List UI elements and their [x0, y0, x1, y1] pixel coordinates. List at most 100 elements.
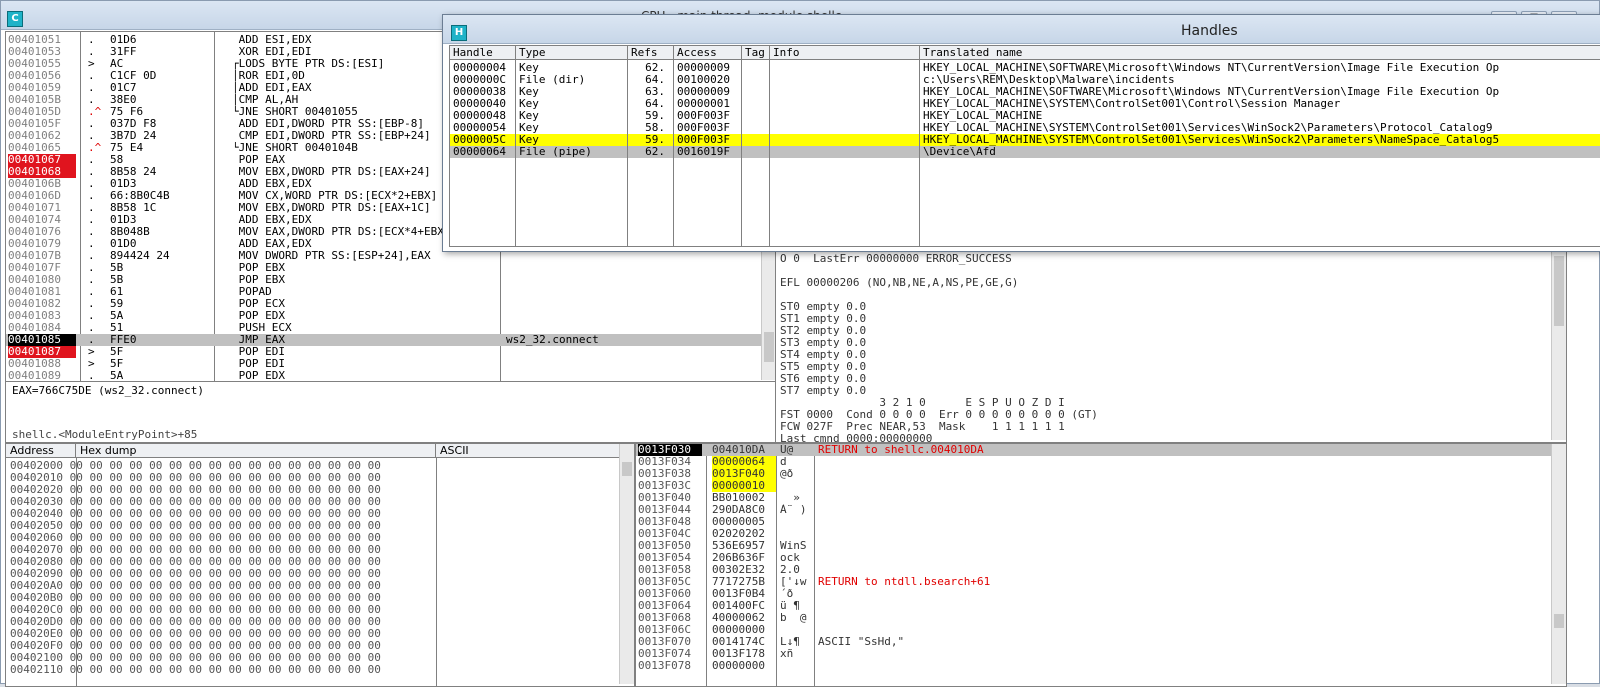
handles-cell-name: HKEY_LOCAL_MACHINE\SOFTWARE\Microsoft\Wi… [923, 86, 1500, 98]
handles-cell-name: HKEY_LOCAL_MACHINE\SYSTEM\ControlSet001\… [923, 98, 1341, 110]
handles-row[interactable]: 00000054 Key 58. 000F003F HKEY_LOCAL_MACHINE… [450, 122, 1600, 134]
handles-cell-type: Key [519, 110, 539, 122]
handles-column-divider [741, 60, 742, 246]
stack-row[interactable]: 0013F034 00000064 d [636, 456, 1566, 468]
disasm-scroll-thumb[interactable] [764, 332, 774, 362]
handles-cell-refs: 58. [645, 122, 665, 134]
stack-ascii: WinS [780, 540, 807, 552]
disasm-hex: 894424 24 [110, 249, 170, 262]
stack-row[interactable]: 0013F05C 7717275B ['↓w RETURN to ntdll.bsea… [636, 576, 1566, 588]
stack-row[interactable]: 0013F050 536E6957 WinS [636, 540, 1566, 552]
registers-scrollbar[interactable] [1551, 246, 1566, 440]
hex-dump-pane[interactable]: Address Hex dump ASCII 00402000 00 00 00… [5, 443, 635, 687]
handles-row[interactable]: 00000048 Key 59. 000F003F HKEY_LOCAL_MACHINE [450, 110, 1600, 122]
dump-row[interactable]: 00402110 00 00 00 00 00 00 00 00 00 00 0… [10, 664, 381, 676]
handles-table[interactable]: Handle Type Refs Access Tag Info Transla… [449, 45, 1600, 247]
register-line: O 0 LastErr 00000000 ERROR_SUCCESS [780, 252, 1012, 265]
stack-ascii: L↓¶ [780, 636, 800, 648]
disasm-hex: 75 E4 [110, 141, 144, 154]
disasm-hex: 5F [110, 357, 124, 370]
stack-row[interactable]: 0013F038 0013F040 @ð [636, 468, 1566, 480]
dump-header-ascii[interactable]: ASCII [436, 444, 634, 458]
stack-row[interactable]: 0013F078 00000000 [636, 660, 1566, 672]
dump-header-address[interactable]: Address [6, 444, 76, 458]
handles-cell-type: Key [519, 98, 539, 110]
handles-cell-handle: 0000000C [453, 74, 506, 86]
handles-row[interactable]: 0000000C File (dir) 64. 00100020 c:\Users\RE… [450, 74, 1600, 86]
stack-scrollbar[interactable] [1551, 444, 1566, 684]
handles-cell-access: 000F003F [677, 110, 730, 122]
disasm-hex: 59 [110, 297, 124, 310]
disasm-instruction: POP EDI [232, 358, 285, 370]
stack-row[interactable]: 0013F060 0013F0B4 ´ð [636, 588, 1566, 600]
register-line: Last cmnd 0000:00000000 [780, 432, 933, 443]
handles-cell-handle: 00000048 [453, 110, 506, 122]
handles-col-handle[interactable]: Handle [450, 46, 516, 60]
handles-cell-access: 000F003F [677, 122, 730, 134]
stack-row[interactable]: 0013F04C 02020202 [636, 528, 1566, 540]
stack-row[interactable]: 0013F074 0013F178 xñ [636, 648, 1566, 660]
stack-row[interactable]: 0013F06C 00000000 [636, 624, 1566, 636]
disasm-instruction: POP ECX [232, 298, 285, 310]
disasm-hex: 5B [110, 261, 124, 274]
handles-cell-name: c:\Users\REM\Desktop\Malware\incidents [923, 74, 1175, 86]
registers-scroll-thumb[interactable] [1554, 256, 1564, 326]
handles-column-divider [627, 60, 628, 246]
stack-row[interactable]: 0013F040 BB010002 » [636, 492, 1566, 504]
stack-ascii: » [780, 492, 800, 504]
handles-row[interactable]: 00000004 Key 62. 00000009 HKEY_LOCAL_MACHINE… [450, 62, 1600, 74]
registers-pane[interactable]: O 0 LastErr 00000000 ERROR_SUCCESS EFL 00… [775, 245, 1567, 443]
handles-col-info[interactable]: Info [770, 46, 920, 60]
stack-comment: ASCII "SsHd," [818, 635, 905, 648]
handles-col-translated-name[interactable]: Translated name [920, 46, 1600, 60]
stack-row[interactable]: 0013F048 00000005 [636, 516, 1566, 528]
handles-col-refs[interactable]: Refs [628, 46, 674, 60]
handles-row[interactable]: 0000005C Key 59. 000F003F HKEY_LOCAL_MACHINE… [450, 134, 1600, 146]
stack-ascii: ock [780, 552, 800, 564]
dump-scrollbar[interactable] [619, 444, 634, 684]
handles-cell-handle: 00000004 [453, 62, 506, 74]
handles-cell-refs: 64. [645, 74, 665, 86]
handles-titlebar[interactable]: H Handles [443, 15, 1600, 44]
handles-cell-access: 00100020 [677, 74, 730, 86]
handles-column-divider [673, 60, 674, 246]
stack-row[interactable]: 0013F054 206B636F ock [636, 552, 1566, 564]
dump-header-hex[interactable]: Hex dump [76, 444, 436, 458]
handles-column-divider [769, 60, 770, 246]
handles-cell-access: 000F003F [677, 134, 730, 146]
stack-ascii: ´ð [780, 588, 794, 600]
stack-value: 00000000 [712, 659, 765, 672]
stack-ascii: À¨ ) [780, 504, 807, 516]
handles-row[interactable]: 00000038 Key 63. 00000009 HKEY_LOCAL_MACHINE… [450, 86, 1600, 98]
disasm-hex: 5B [110, 273, 124, 286]
handles-column-divider [919, 60, 920, 246]
stack-scroll-thumb[interactable] [1554, 614, 1564, 628]
stack-row[interactable]: 0013F058 00302E32 2.0 [636, 564, 1566, 576]
stack-row[interactable]: 0013F064 001400FC ü ¶ [636, 600, 1566, 612]
handles-cell-type: File (dir) [519, 74, 586, 86]
stack-ascii: Ú@ [780, 444, 794, 456]
dump-column-divider [436, 458, 437, 686]
handles-cell-type: Key [519, 122, 539, 134]
disasm-instruction: POPAD [232, 286, 272, 298]
handles-col-type[interactable]: Type [516, 46, 628, 60]
dump-scroll-thumb[interactable] [622, 462, 632, 476]
handles-cell-type: Key [519, 86, 539, 98]
stack-row[interactable]: 0013F03C 00000010 [636, 480, 1566, 492]
stack-pane[interactable]: 0013F030 004010DA Ú@ RETURN to shellc.00401… [635, 443, 1567, 687]
stack-row[interactable]: 0013F070 0014174C L↓¶ ASCII "SsHd," [636, 636, 1566, 648]
handles-col-access[interactable]: Access [674, 46, 742, 60]
handles-row[interactable]: 00000064 File (pipe) 62. 0016019F \Device\Af… [450, 146, 1600, 158]
handles-cell-handle: 00000054 [453, 122, 506, 134]
handles-row[interactable]: 00000040 Key 64. 00000001 HKEY_LOCAL_MACHINE… [450, 98, 1600, 110]
stack-ascii: d [780, 456, 787, 468]
stack-ascii: ü ¶ [780, 600, 800, 612]
stack-row[interactable]: 0013F044 290DA8C0 À¨ ) [636, 504, 1566, 516]
stack-ascii: b @ [780, 612, 807, 624]
handles-column-divider [515, 60, 516, 246]
stack-row[interactable]: 0013F030 004010DA Ú@ RETURN to shellc.00401… [636, 444, 1566, 456]
stack-row[interactable]: 0013F068 40000062 b @ [636, 612, 1566, 624]
disasm-hex: 31FF [110, 45, 137, 58]
handles-cell-type: Key [519, 134, 539, 146]
handles-col-tag[interactable]: Tag [742, 46, 770, 60]
